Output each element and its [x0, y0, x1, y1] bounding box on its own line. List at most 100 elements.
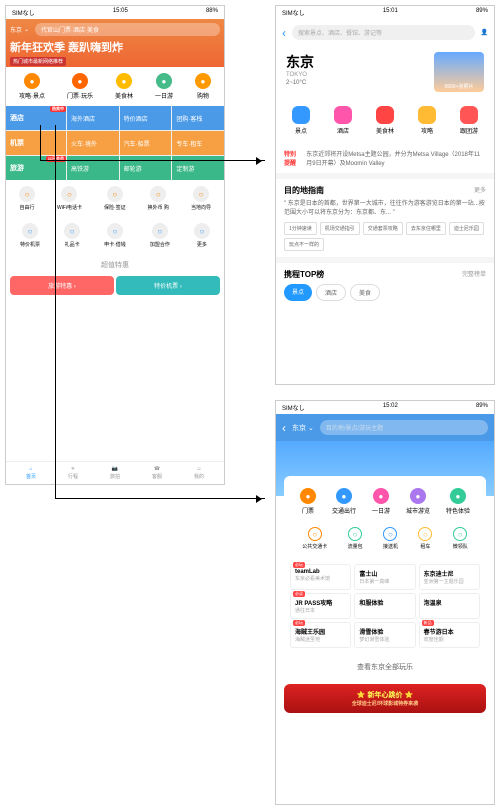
user-icon[interactable]: 👤 [481, 29, 488, 36]
svc-公共交通卡[interactable]: ○公共交通卡 [302, 527, 327, 550]
cat-城市游览[interactable]: ●城市游览 [406, 488, 430, 515]
poi-card[interactable]: 滑雪体验梦幻滑雪体验 [354, 622, 415, 648]
cat-icon [418, 106, 436, 124]
banner-title[interactable]: 新年狂欢季 轰趴嗨到炸 [10, 39, 220, 55]
cat-攻略[interactable]: 攻略 [418, 106, 436, 135]
poi-card[interactable]: 泡温泉 [419, 593, 480, 619]
nav-行程[interactable]: ✈行程 [68, 466, 78, 480]
cat-攻略·景点[interactable]: ●攻略·景点 [19, 73, 45, 100]
svc-item[interactable]: ○申卡·借钱 [104, 223, 126, 248]
carrier: SIMなし [12, 8, 35, 17]
cat-景点[interactable]: 景点 [292, 106, 310, 135]
cat-门票[interactable]: ●门票 [300, 488, 316, 515]
grid-item[interactable]: 专车·租车 [172, 131, 224, 155]
cat-特色体验[interactable]: ●特色体验 [446, 488, 470, 515]
guide-tag[interactable]: 去东京住哪里 [406, 222, 446, 235]
guide-desc[interactable]: " 东京是日本的首都，世界第一大城市，往往作为游客游览日本的第一站...按范围大… [284, 200, 486, 218]
svc-item[interactable]: ○WiFi电话卡 [57, 186, 82, 211]
svc-微领队[interactable]: ○微领队 [453, 527, 468, 550]
location-picker[interactable]: 东京 [10, 25, 22, 34]
cat-icon [376, 106, 394, 124]
cat-门票·玩乐[interactable]: ●门票·玩乐 [67, 73, 93, 100]
promo-banner[interactable]: ⭐ 新年心跳价 ⭐全球迪士尼/环球影城特券来袭 [284, 684, 486, 713]
nav-icon: ☺ [196, 466, 201, 472]
nav-我的[interactable]: ☺我的 [194, 466, 204, 480]
rank-more[interactable]: 完整榜单 [462, 269, 486, 280]
poi-card[interactable]: 必读JR PASS攻略通往日本 [290, 593, 351, 619]
rank-tab[interactable]: 景点 [284, 284, 312, 301]
chevron-down-icon: ⌄ [24, 26, 29, 33]
search-input[interactable]: 搜索景点、酒店、餐馆、游记等 [292, 25, 475, 40]
cat-购物[interactable]: ●购物 [195, 73, 211, 100]
guide-more[interactable]: 更多 [474, 185, 486, 196]
svc-item[interactable]: ○礼品卡 [64, 223, 80, 248]
grid-item[interactable]: 团购·客栈 [172, 106, 224, 130]
back-icon[interactable]: ‹ [282, 26, 286, 40]
poi-card[interactable]: 富士山日本第一高峰 [354, 564, 415, 590]
cat-icon: ● [195, 73, 211, 89]
svc-item[interactable]: ○换外币 购 [148, 186, 169, 211]
svc-item[interactable]: ○特价机票 [20, 223, 40, 248]
view-all-button[interactable]: 查看东京全部玩乐 [276, 654, 494, 680]
svc-流量包[interactable]: ○流量包 [348, 527, 363, 550]
deal-tab[interactable]: 特价机票 › [116, 276, 220, 295]
cat-icon [292, 106, 310, 124]
temperature[interactable]: 2~10°C [286, 80, 426, 86]
deal-tab[interactable]: 旅游特惠 › [10, 276, 114, 295]
cat-icon: ● [24, 73, 40, 89]
nav-客服[interactable]: ☎客服 [152, 466, 162, 480]
cat-跟团游[interactable]: 跟团游 [460, 106, 478, 135]
rank-tab[interactable]: 酒店 [316, 284, 346, 301]
rank-tab[interactable]: 美食 [350, 284, 380, 301]
guide-tag[interactable]: 机场交通指引 [320, 222, 360, 235]
banner-sub: 热门城市最新网络推荐 [10, 57, 66, 66]
search-input[interactable]: 目的地/景点/游玩主题 [320, 420, 488, 435]
badge: 必玩 [293, 620, 305, 626]
nav-首页[interactable]: ⌂首页 [26, 466, 36, 480]
svc-租车[interactable]: ○租车 [418, 527, 432, 550]
cat-icon: ● [300, 488, 316, 504]
deals-divider: 超值特惠 [6, 254, 224, 276]
guide-tag[interactable]: 迪士尼乐园 [449, 222, 484, 235]
guide-tag[interactable]: 交通套票攻略 [363, 222, 403, 235]
city-en: TOKYO [286, 72, 426, 78]
cat-酒店[interactable]: 酒店 [334, 106, 352, 135]
cat-交通出行[interactable]: ●交通出行 [332, 488, 356, 515]
arrow-1 [40, 160, 265, 161]
svc-item[interactable]: ○当地向导 [191, 186, 211, 211]
svc-item[interactable]: ○更多 [194, 223, 210, 248]
grid-item[interactable]: 汽车·船票 [120, 131, 172, 155]
cat-美食林[interactable]: 美食林 [376, 106, 394, 135]
alert-text[interactable]: 东京近郊将开设Metsa主题公园，并分为Metsa Village（2018年1… [306, 149, 486, 167]
svc-item[interactable]: ○自由行 [19, 186, 35, 211]
cat-icon: ● [450, 488, 466, 504]
guide-tag[interactable]: 1分钟速读 [284, 222, 317, 235]
cat-一日游[interactable]: ●一日游 [155, 73, 173, 100]
cat-一日游[interactable]: ●一日游 [372, 488, 390, 515]
grid-main[interactable]: 机票 [6, 131, 66, 155]
poi-card[interactable]: 东京迪士尼亚洲第一主题乐园 [419, 564, 480, 590]
grid-main[interactable]: 酒店热卖中 [6, 106, 66, 130]
poi-card[interactable]: 新品春节游日本欢度佳期 [419, 622, 480, 648]
poi-card[interactable]: 必玩海贼王乐园海贼迷圣地 [290, 622, 351, 648]
poi-card[interactable]: 必玩teamLab东京必看美术馆 [290, 564, 351, 590]
cat-icon: ● [116, 73, 132, 89]
grid-item[interactable]: 火车·境外 [67, 131, 119, 155]
location-picker[interactable]: 东京 ⌄ [292, 423, 314, 433]
badge: 新品 [422, 620, 434, 626]
battery: 88% [206, 8, 218, 17]
guide-tag[interactable]: 玩点不一样的 [284, 238, 324, 251]
nav-旅拍[interactable]: 📷旅拍 [110, 466, 120, 480]
cat-icon [334, 106, 352, 124]
cat-美食林[interactable]: ●美食林 [115, 73, 133, 100]
svc-item[interactable]: ○加盟合作 [150, 223, 170, 248]
nav-icon: ⌂ [29, 466, 32, 472]
grid-item[interactable]: 海外酒店 [67, 106, 119, 130]
svc-item[interactable]: ○保险·签证 [104, 186, 126, 211]
back-icon[interactable]: ‹ [282, 421, 286, 435]
svc-接送机[interactable]: ○接送机 [383, 527, 398, 550]
grid-item[interactable]: 特价酒店 [120, 106, 172, 130]
search-input[interactable]: 代官山门票·酒店·美食 [35, 23, 220, 36]
hero-photo[interactable]: 9999+张照片 [434, 52, 484, 92]
poi-card[interactable]: 和服体验 [354, 593, 415, 619]
